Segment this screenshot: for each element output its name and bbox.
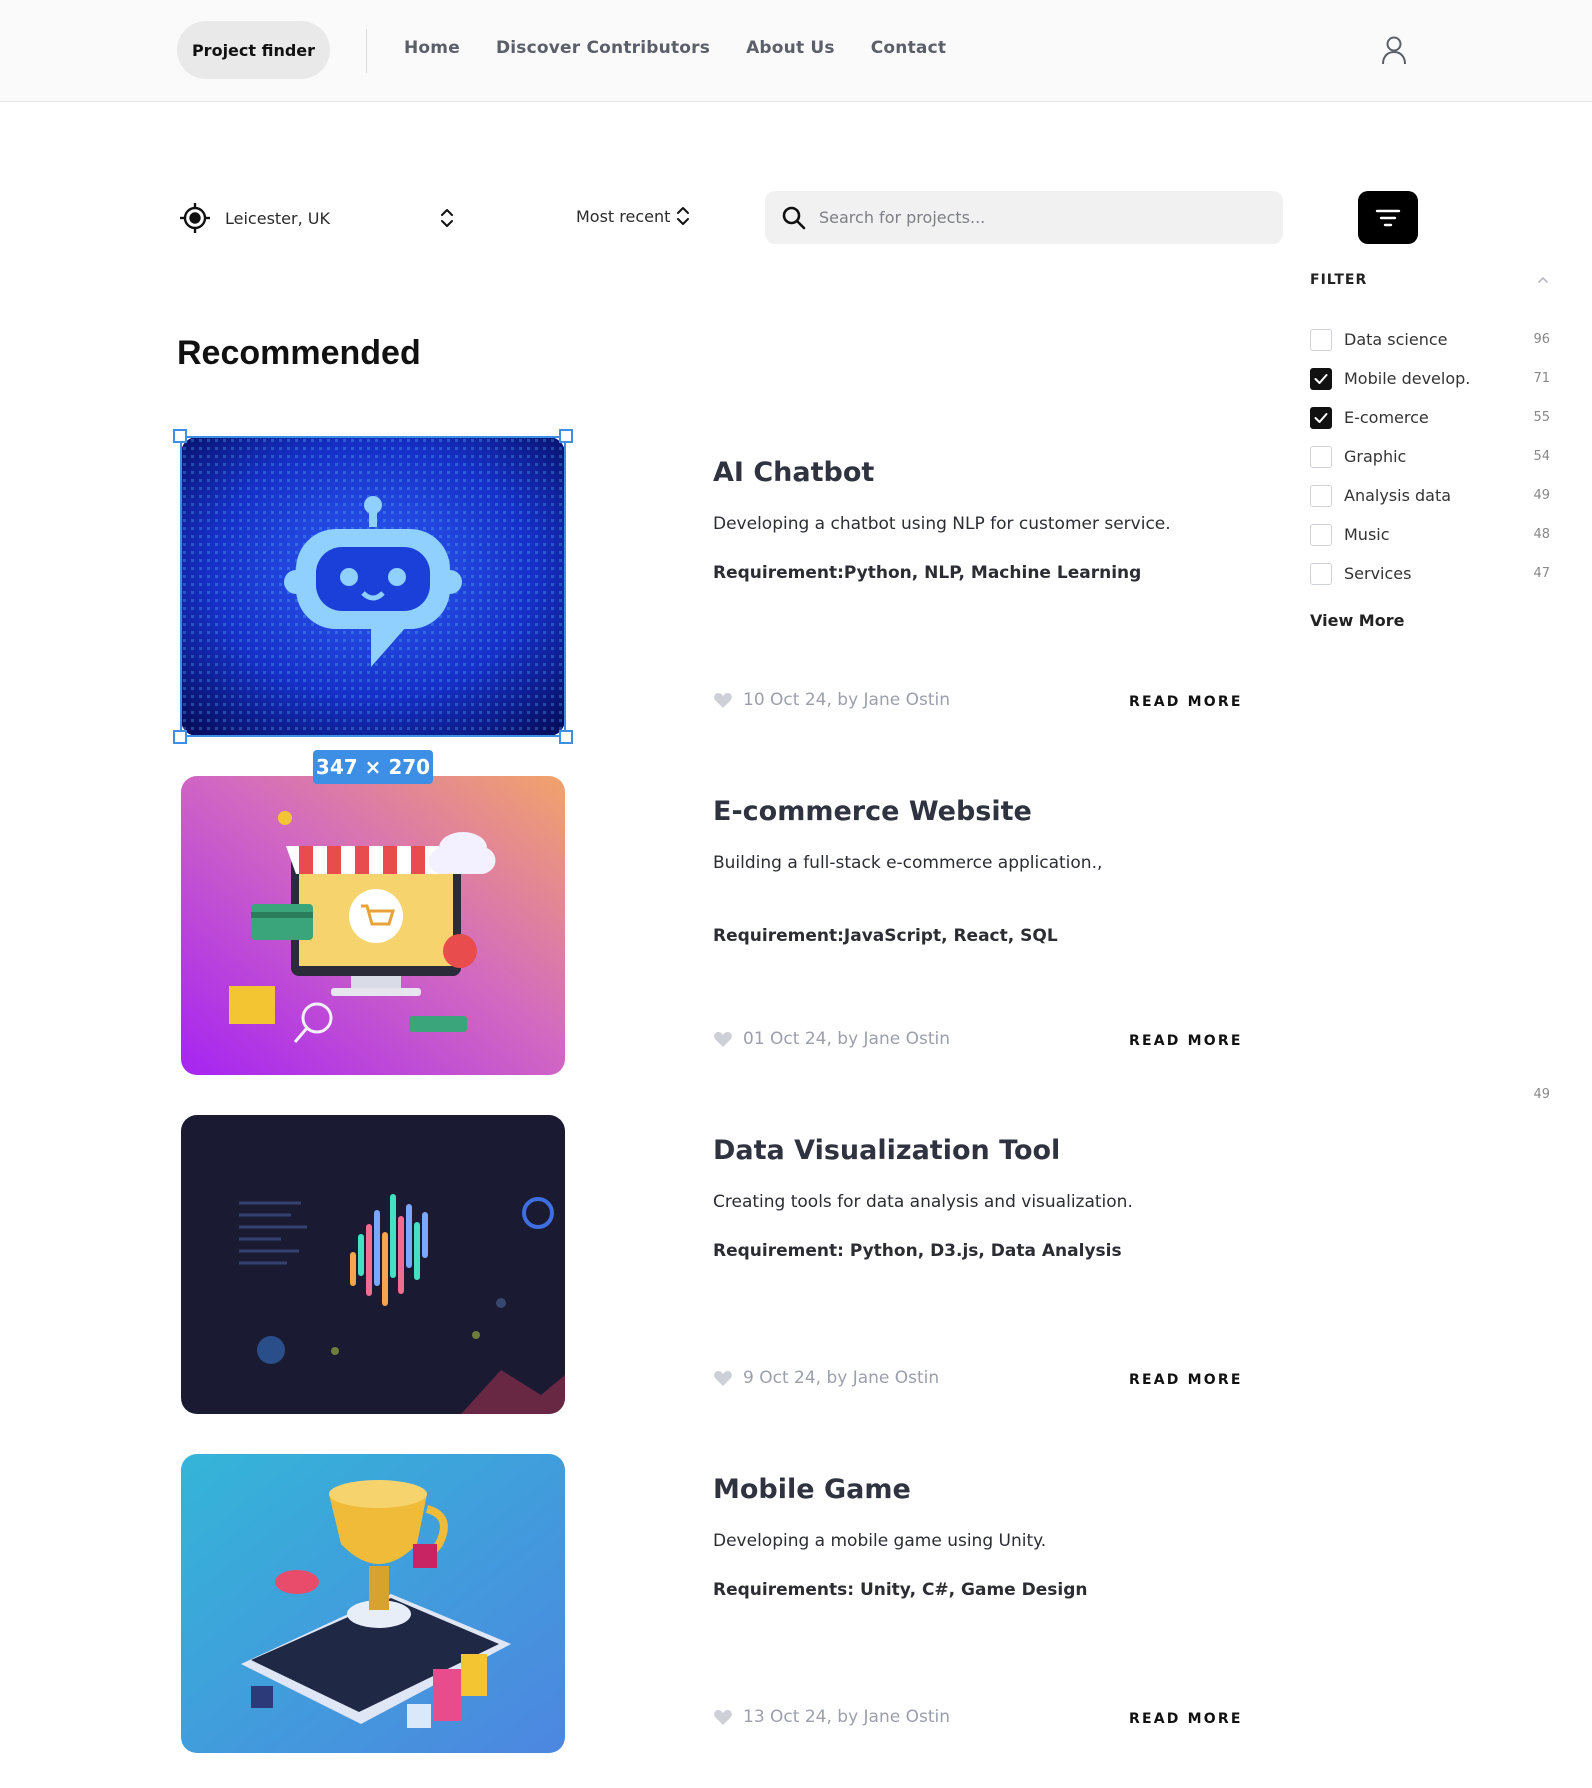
filter-item-data-science[interactable]: Data science 96: [1310, 320, 1550, 359]
project-date-author: 01 Oct 24, by Jane Ostin: [743, 1029, 950, 1049]
project-description: Developing a mobile game using Unity.: [713, 1531, 1047, 1551]
project-requirement: Requirement:Python, NLP, Machine Learnin…: [713, 563, 1142, 583]
project-description: Building a full-stack e-commerce applica…: [713, 853, 1103, 873]
project-title[interactable]: Data Visualization Tool: [713, 1135, 1060, 1166]
sort-label: Most recent: [576, 206, 671, 226]
heart-icon[interactable]: [713, 691, 733, 709]
project-card-data-visualization: Data Visualization Tool Creating tools f…: [0, 1115, 1592, 1415]
chevron-up-down-icon: [677, 207, 690, 225]
ai-chatbot-image[interactable]: [181, 437, 565, 736]
read-more-link[interactable]: READ MORE: [1129, 1372, 1243, 1388]
chevron-up-icon[interactable]: [1536, 275, 1550, 285]
read-more-link[interactable]: READ MORE: [1129, 1033, 1243, 1049]
checkbox[interactable]: [1310, 328, 1332, 351]
filter-label: Data science: [1344, 330, 1448, 349]
filter-item-mobile-develop[interactable]: Mobile develop. 71: [1310, 359, 1550, 398]
filter-count-stray: 49: [1533, 1087, 1550, 1102]
main-nav: Home Discover Contributors About Us Cont…: [404, 38, 946, 58]
nav-discover-contributors[interactable]: Discover Contributors: [496, 38, 710, 58]
project-title[interactable]: AI Chatbot: [713, 457, 874, 488]
read-more-link[interactable]: READ MORE: [1129, 694, 1243, 710]
filter-label: Mobile develop.: [1344, 369, 1471, 388]
read-more-link[interactable]: READ MORE: [1129, 1711, 1243, 1727]
location-selector[interactable]: Leicester, UK: [179, 202, 454, 234]
project-title[interactable]: Mobile Game: [713, 1474, 911, 1505]
header-divider: [366, 29, 367, 73]
sort-selector[interactable]: Most recent: [576, 206, 690, 226]
location-label: Leicester, UK: [225, 208, 330, 228]
project-description: Developing a chatbot using NLP for custo…: [713, 514, 1171, 534]
project-card-ai-chatbot: AI Chatbot Developing a chatbot using NL…: [0, 437, 1592, 737]
filter-icon: [1375, 209, 1401, 226]
chevron-up-down-icon: [441, 209, 453, 227]
user-icon[interactable]: [1380, 35, 1408, 65]
project-title[interactable]: E-commerce Website: [713, 796, 1032, 827]
project-card-ecommerce: E-commerce Website Building a full-stack…: [0, 776, 1592, 1076]
mobile-game-image[interactable]: [181, 1454, 565, 1753]
top-header: Project finder Home Discover Contributor…: [0, 0, 1592, 102]
filter-item-e-comerce[interactable]: E-comerce 55: [1310, 398, 1550, 437]
checkbox[interactable]: [1310, 367, 1332, 390]
project-date-author: 9 Oct 24, by Jane Ostin: [743, 1368, 940, 1388]
checkmark-icon: [1314, 412, 1328, 423]
project-meta: 9 Oct 24, by Jane Ostin: [713, 1368, 939, 1388]
project-description: Creating tools for data analysis and vis…: [713, 1192, 1133, 1212]
project-card-mobile-game: Mobile Game Developing a mobile game usi…: [0, 1454, 1592, 1754]
checkbox[interactable]: [1310, 406, 1332, 429]
filter-count: 96: [1533, 332, 1550, 347]
recommended-heading: Recommended: [177, 334, 421, 372]
data-visualization-image[interactable]: [181, 1115, 565, 1414]
heart-icon[interactable]: [713, 1708, 733, 1726]
nav-about-us[interactable]: About Us: [746, 38, 835, 58]
heart-icon[interactable]: [713, 1369, 733, 1387]
location-target-icon: [180, 203, 210, 233]
checkmark-icon: [1314, 373, 1328, 384]
project-meta: 01 Oct 24, by Jane Ostin: [713, 1029, 950, 1049]
filter-count: 71: [1533, 371, 1550, 386]
search-bar: [765, 191, 1283, 244]
heart-icon[interactable]: [713, 1030, 733, 1048]
project-requirement: Requirement: Python, D3.js, Data Analysi…: [713, 1241, 1122, 1261]
brand-button[interactable]: Project finder: [177, 21, 330, 79]
project-requirement: Requirements: Unity, C#, Game Design: [713, 1580, 1088, 1600]
search-icon: [782, 206, 806, 229]
ecommerce-image[interactable]: [181, 776, 565, 1075]
project-date-author: 10 Oct 24, by Jane Ostin: [743, 690, 950, 710]
filter-label: E-comerce: [1344, 408, 1429, 427]
dimension-badge: 347 × 270: [313, 750, 433, 784]
filter-header: FILTER: [1310, 270, 1550, 290]
nav-contact[interactable]: Contact: [871, 38, 946, 58]
nav-home[interactable]: Home: [404, 38, 460, 58]
project-meta: 13 Oct 24, by Jane Ostin: [713, 1707, 950, 1727]
filter-count: 55: [1533, 410, 1550, 425]
project-requirement: Requirement:JavaScript, React, SQL: [713, 926, 1058, 946]
filter-title: FILTER: [1310, 272, 1368, 288]
filter-button[interactable]: [1358, 191, 1418, 244]
project-meta: 10 Oct 24, by Jane Ostin: [713, 690, 950, 710]
project-date-author: 13 Oct 24, by Jane Ostin: [743, 1707, 950, 1727]
search-input[interactable]: [819, 208, 1259, 227]
